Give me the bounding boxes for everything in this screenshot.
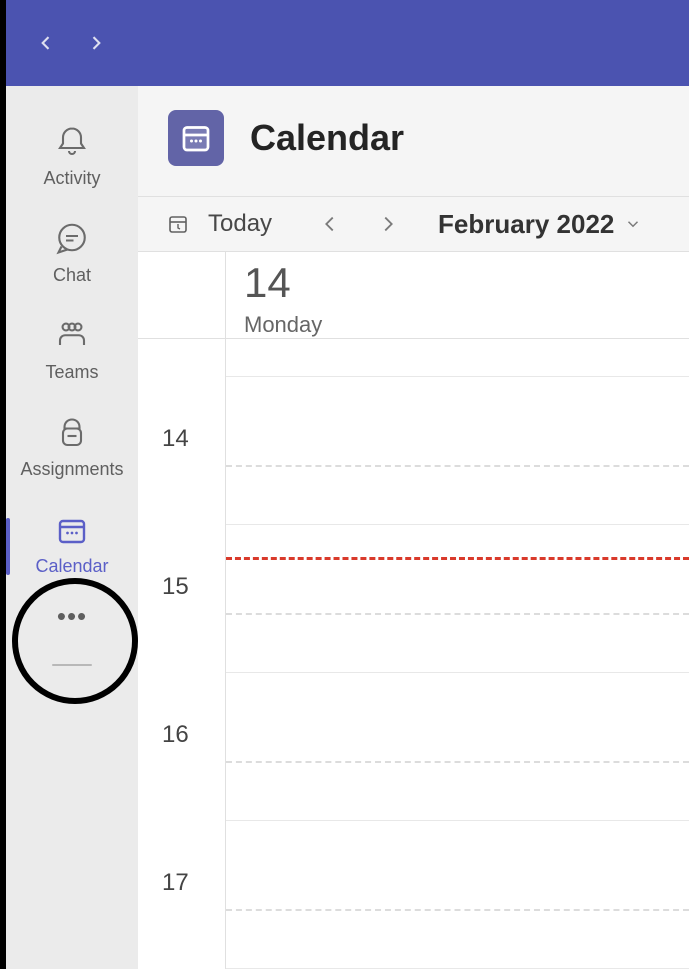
page-title: Calendar [250, 117, 404, 159]
nav-back-button[interactable] [36, 33, 56, 53]
sidebar-item-label: Chat [53, 265, 91, 286]
today-icon[interactable] [166, 212, 190, 236]
time-slot[interactable] [226, 821, 689, 969]
title-bar [6, 0, 689, 86]
time-gutter: 14 15 16 17 [138, 339, 226, 969]
day-name: Monday [244, 312, 689, 338]
annotation-circle [12, 578, 138, 704]
sidebar-divider [52, 664, 92, 666]
sidebar-item-calendar[interactable]: Calendar [6, 498, 138, 595]
backpack-icon [52, 413, 92, 453]
day-header: 14 Monday [138, 252, 689, 339]
time-slot[interactable] [226, 673, 689, 821]
next-period-button[interactable] [366, 202, 410, 246]
today-button[interactable]: Today [208, 210, 272, 238]
main-area: Calendar Today February 2022 [138, 86, 689, 969]
more-apps-button[interactable]: ••• [57, 601, 87, 632]
day-slots[interactable] [226, 339, 689, 969]
time-gutter-header [138, 252, 226, 338]
bell-icon [52, 122, 92, 162]
hour-label: 17 [162, 869, 189, 897]
prev-period-button[interactable] [308, 202, 352, 246]
nav-forward-button[interactable] [86, 33, 106, 53]
sidebar-item-label: Calendar [35, 556, 108, 577]
sidebar-item-activity[interactable]: Activity [6, 110, 138, 207]
chevron-down-icon [624, 215, 642, 233]
time-slot[interactable] [226, 377, 689, 525]
sidebar-item-label: Assignments [20, 459, 123, 480]
day-column-header[interactable]: 14 Monday [226, 252, 689, 338]
teams-icon [52, 316, 92, 356]
calendar-grid: 14 15 16 17 [138, 339, 689, 969]
app-sidebar: Activity Chat Teams [6, 86, 138, 969]
sidebar-item-teams[interactable]: Teams [6, 304, 138, 401]
time-slot[interactable] [226, 525, 689, 673]
sidebar-item-chat[interactable]: Chat [6, 207, 138, 304]
calendar-icon [52, 510, 92, 550]
sidebar-item-label: Teams [45, 362, 98, 383]
month-picker[interactable]: February 2022 [438, 209, 642, 240]
day-number: 14 [244, 262, 689, 304]
calendar-badge-icon [168, 110, 224, 166]
current-time-indicator [226, 557, 689, 560]
calendar-toolbar: Today February 2022 [138, 196, 689, 252]
sidebar-item-label: Activity [43, 168, 100, 189]
month-label: February 2022 [438, 209, 614, 240]
hour-label: 16 [162, 721, 189, 749]
time-slot[interactable] [226, 339, 689, 377]
page-header: Calendar [138, 86, 689, 196]
chat-icon [52, 219, 92, 259]
sidebar-item-assignments[interactable]: Assignments [6, 401, 138, 498]
hour-label: 14 [162, 425, 189, 453]
hour-label: 15 [162, 573, 189, 601]
